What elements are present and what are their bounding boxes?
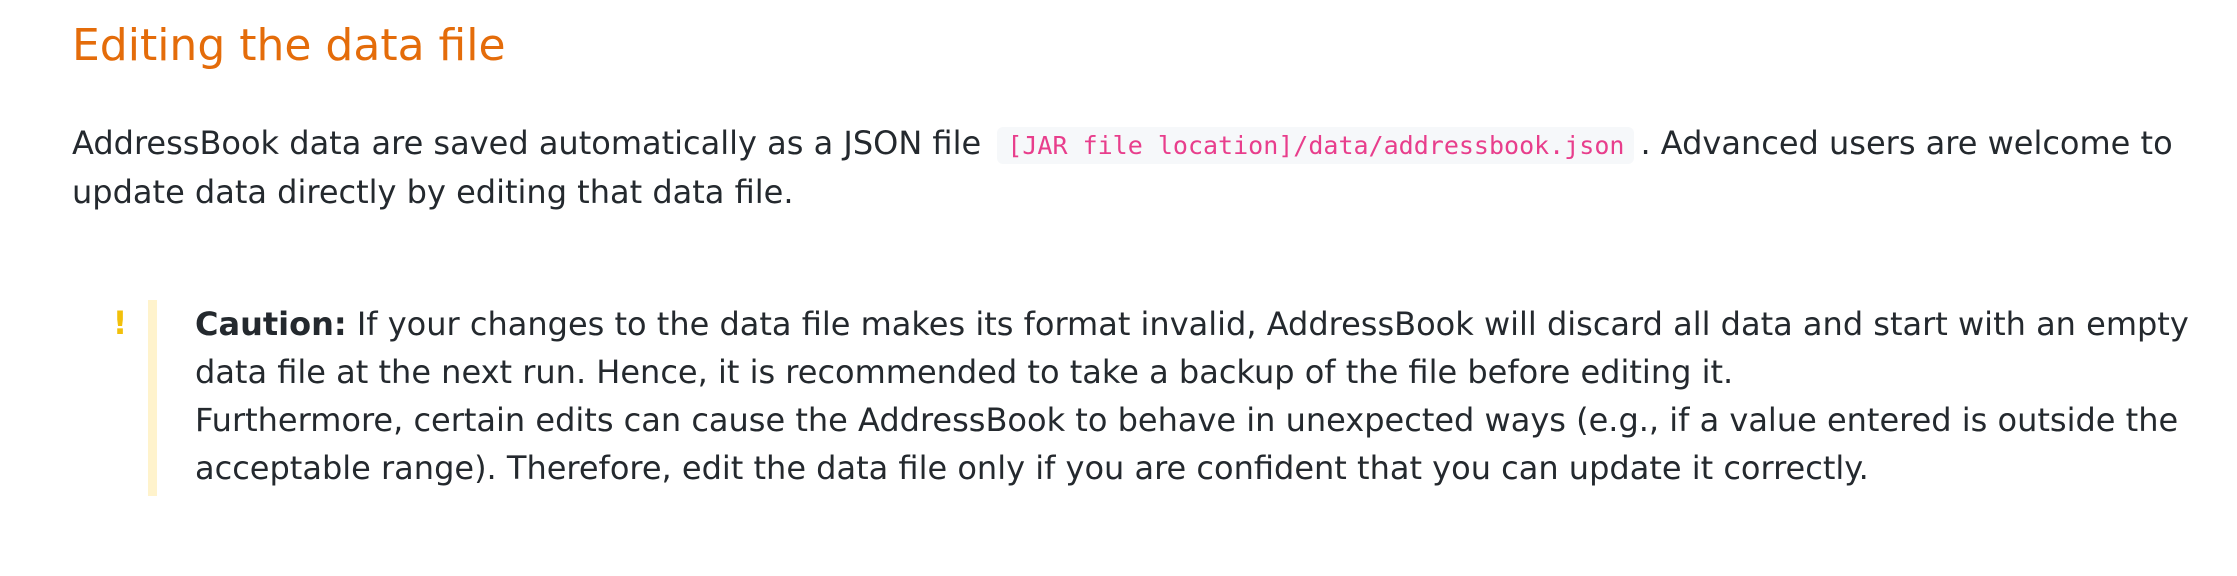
- caution-callout: ! Caution: If your changes to the data f…: [72, 300, 2212, 496]
- document-page: Editing the data file AddressBook data a…: [0, 0, 2237, 576]
- caution-text-1: If your changes to the data file makes i…: [195, 305, 2189, 391]
- caution-text-2: Furthermore, certain edits can cause the…: [195, 401, 2179, 487]
- section-title: Editing the data file: [72, 20, 506, 71]
- caution-label: Caution:: [195, 305, 347, 343]
- data-file-path-code: [JAR file location]/data/addressbook.jso…: [997, 127, 1635, 164]
- caution-line-2: Furthermore, certain edits can cause the…: [195, 396, 2205, 492]
- intro-paragraph: AddressBook data are saved automatically…: [72, 120, 2212, 215]
- caution-line-1: Caution: If your changes to the data fil…: [195, 300, 2205, 396]
- callout-accent-bar: [148, 300, 157, 496]
- exclamation-icon: !: [112, 304, 128, 342]
- caution-body: Caution: If your changes to the data fil…: [195, 300, 2205, 492]
- intro-text-before-code: AddressBook data are saved automatically…: [72, 124, 982, 162]
